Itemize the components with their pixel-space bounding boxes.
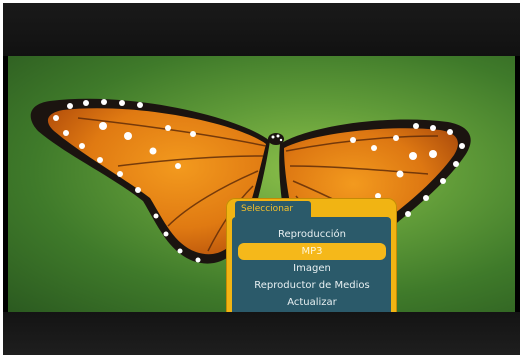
letterbox-top (3, 3, 520, 56)
tv-screen: Seleccionar Reproducción MP3 Imagen Repr… (3, 3, 520, 355)
menu-title: Seleccionar (235, 201, 311, 217)
menu-list: Reproducción MP3 Imagen Reproductor de M… (238, 226, 386, 311)
background-image: Seleccionar Reproducción MP3 Imagen Repr… (8, 56, 515, 312)
menu-item-mp3[interactable]: MP3 (238, 243, 386, 260)
menu-item-imagen[interactable]: Imagen (238, 260, 386, 277)
select-menu-panel: Seleccionar Reproducción MP3 Imagen Repr… (226, 198, 397, 312)
menu-item-reproduccion[interactable]: Reproducción (238, 226, 386, 243)
letterbox-bottom (3, 312, 520, 355)
menu-body: Reproducción MP3 Imagen Reproductor de M… (232, 217, 391, 312)
menu-item-reproductor-de-medios[interactable]: Reproductor de Medios (238, 277, 386, 294)
menu-item-actualizar[interactable]: Actualizar (238, 294, 386, 311)
